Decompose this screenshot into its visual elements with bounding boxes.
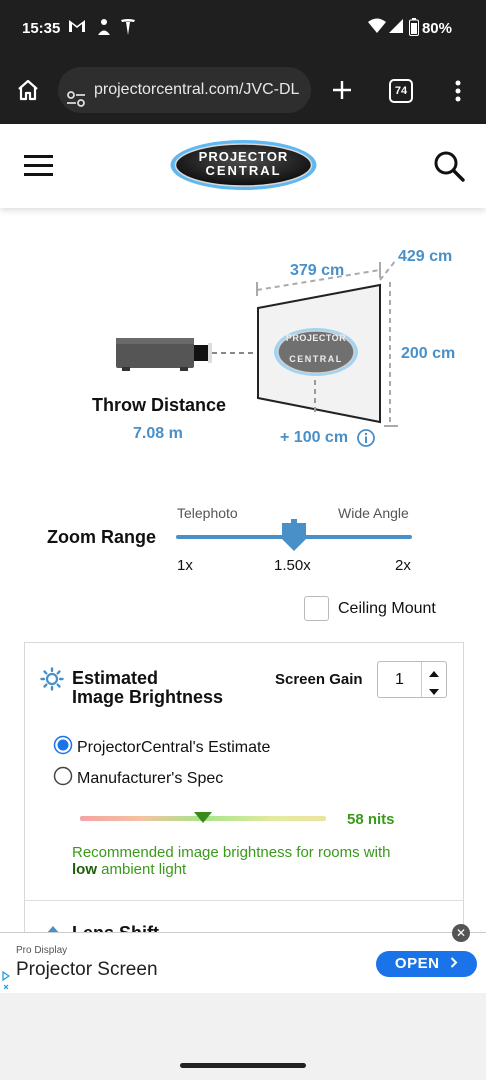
recommendation-prefix: Recommended image brightness for rooms w… <box>72 844 391 861</box>
lens-shift-heading-partial: Lens Shift <box>72 922 159 932</box>
home-indicator <box>180 1063 306 1068</box>
site-header: PROJECTOR CENTRAL <box>0 124 486 208</box>
throw-diagram: PROJECTOR CENTRAL 379 cm 429 cm 200 cm +… <box>0 240 486 450</box>
screen-gain-label: Screen Gain <box>275 671 363 688</box>
gmail-icon <box>68 18 86 39</box>
recommendation-suffix: ambient light <box>101 861 187 878</box>
browser-toolbar: projectorcentral.com/JVC-DL 74 <box>0 58 486 124</box>
screen-gain-stepper[interactable]: 1 <box>377 661 447 698</box>
zoom-slider-thumb[interactable] <box>280 519 308 553</box>
ad-choices-icon[interactable] <box>2 970 11 998</box>
overflow-menu-icon[interactable] <box>454 79 462 108</box>
chevron-right-icon <box>450 951 458 977</box>
ad-content[interactable]: Pro Display Projector Screen OPEN <box>0 933 486 993</box>
status-time: 15:35 <box>22 20 61 37</box>
brightness-nits-value: 58 nits <box>347 811 395 828</box>
notification-icon <box>96 18 112 41</box>
logo-text-top: PROJECTOR <box>198 149 289 164</box>
ad-banner[interactable]: Pro Display Projector Screen OPEN ✕ <box>0 924 486 1080</box>
stepper-up-icon[interactable] <box>427 666 441 684</box>
brightness-title-line2: Image Brightness <box>72 687 224 707</box>
zoom-min-label: 1x <box>177 557 193 574</box>
panel-divider <box>24 900 464 901</box>
battery-percent: 80% <box>421 20 452 37</box>
new-tab-icon[interactable] <box>331 79 353 106</box>
recommendation-emphasis: low <box>72 861 97 878</box>
search-icon[interactable] <box>433 150 465 187</box>
zoom-current-label: 1.50x <box>274 557 311 574</box>
zoom-max-label: 2x <box>395 557 411 574</box>
wifi-icon <box>368 18 386 39</box>
manufacturer-spec-radio[interactable] <box>53 766 73 791</box>
screen-gain-value: 1 <box>395 671 404 688</box>
screen-diagonal-label: 429 cm <box>398 248 453 265</box>
ad-headline: Projector Screen <box>16 959 158 980</box>
logo-text-bottom: CENTRAL <box>205 163 282 178</box>
screen-logo-text-top: PROJECTOR <box>285 333 347 343</box>
stepper-down-icon[interactable] <box>427 684 441 702</box>
ad-open-label: OPEN <box>394 955 440 972</box>
zoom-range-label: Zoom Range <box>47 527 157 547</box>
brightness-recommendation: Recommended image brightness for rooms w… <box>72 844 452 878</box>
manufacturer-spec-radio-label: Manufacturer's Spec <box>77 770 224 787</box>
tab-switcher-button[interactable]: 74 <box>389 79 413 103</box>
site-logo[interactable]: PROJECTOR CENTRAL <box>169 138 318 192</box>
signal-icon <box>388 18 404 39</box>
ceiling-mount-checkbox[interactable] <box>304 596 329 621</box>
ceiling-mount-label: Ceiling Mount <box>338 600 436 617</box>
battery-icon <box>409 18 419 41</box>
ad-close-icon[interactable]: ✕ <box>452 924 470 942</box>
url-bar[interactable]: projectorcentral.com/JVC-DL <box>58 67 311 113</box>
brightness-meter-marker <box>194 810 212 828</box>
hamburger-menu-icon[interactable] <box>24 154 54 183</box>
screen-width-label: 379 cm <box>290 262 345 279</box>
zoom-telephoto-caption: Telephoto <box>177 505 238 521</box>
vertical-offset-label: + 100 cm <box>280 429 349 446</box>
brightness-sun-icon <box>40 667 64 696</box>
stepper-divider <box>421 662 422 697</box>
info-icon[interactable] <box>356 428 376 453</box>
ad-sponsor: Pro Display <box>16 945 68 956</box>
site-settings-icon[interactable] <box>66 81 86 113</box>
url-text: projectorcentral.com/JVC-DL <box>94 81 300 98</box>
status-bar: 15:35 80% <box>0 0 486 58</box>
screen-height-label: 200 cm <box>401 345 456 362</box>
estimate-radio-label: ProjectorCentral's Estimate <box>77 739 271 756</box>
throw-distance-label: Throw Distance <box>92 395 227 415</box>
brightness-title-line1: Estimated <box>72 668 159 688</box>
zoom-wide-caption: Wide Angle <box>338 505 409 521</box>
screen-logo-text-bottom: CENTRAL <box>289 354 343 364</box>
tesla-icon <box>120 18 136 41</box>
throw-distance-value: 7.08 m <box>133 425 183 442</box>
home-icon[interactable] <box>16 78 40 107</box>
estimate-radio[interactable] <box>53 735 73 760</box>
ad-open-button[interactable]: OPEN <box>376 951 477 977</box>
